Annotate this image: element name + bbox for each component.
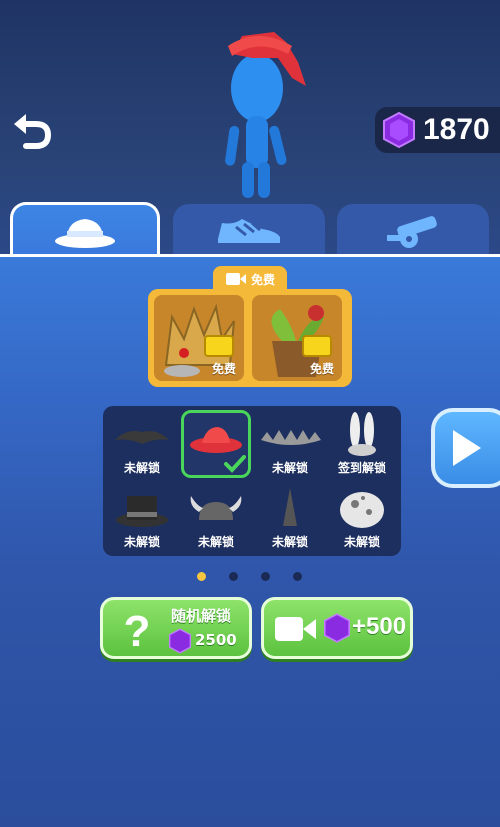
random-unlock-button[interactable]: ? 随机解锁 2500 — [100, 597, 252, 659]
grid-item-viking-helmet[interactable]: 未解锁 — [181, 484, 251, 552]
gem-count: 1870 — [423, 113, 490, 146]
page-dot-3[interactable] — [261, 572, 270, 581]
tab-weapons[interactable] — [337, 204, 489, 256]
video-badge-icon — [204, 335, 234, 357]
grid-item-label: 未解锁 — [123, 535, 160, 549]
egg-icon — [340, 492, 384, 528]
grid-item-red-hat[interactable] — [181, 410, 251, 478]
gem-icon — [383, 112, 415, 148]
grid-item-label: 未解锁 — [271, 535, 308, 549]
panel-divider — [0, 254, 500, 257]
free-tag-label: 免费 — [250, 272, 275, 287]
back-arrow-icon — [14, 114, 52, 149]
spiky-band-icon — [261, 430, 321, 445]
grid-item-bunny-ears[interactable]: 签到解锁 — [327, 410, 397, 478]
random-unlock-label: 随机解锁 — [171, 607, 232, 625]
dark-hat-icon — [115, 431, 169, 444]
grid-item-egg[interactable]: 未解锁 — [327, 484, 397, 552]
free-item-label: 免费 — [309, 362, 334, 376]
tab-hats[interactable] — [10, 202, 160, 258]
next-page-button[interactable] — [431, 408, 500, 488]
watch-ad-gems-button[interactable]: +500 — [261, 597, 413, 659]
play-arrow-icon — [453, 430, 481, 466]
player-character — [225, 32, 306, 198]
hat-icon — [55, 218, 115, 248]
free-item-crown[interactable]: 免费 — [154, 295, 244, 381]
spike-cone-icon — [283, 488, 297, 526]
grid-item-label: 未解锁 — [197, 535, 234, 549]
grid-item-spike-cone[interactable]: 未解锁 — [255, 484, 325, 552]
ad-reward-amount: +500 — [352, 613, 407, 640]
free-item-plant[interactable]: 免费 — [252, 295, 342, 381]
page-dot-2[interactable] — [229, 572, 238, 581]
page-dot-4[interactable] — [293, 572, 302, 581]
bunny-ears-icon — [348, 412, 376, 456]
grid-item-label: 未解锁 — [343, 535, 380, 549]
tab-shoes[interactable] — [173, 204, 325, 256]
shoe-icon — [218, 219, 280, 243]
back-button[interactable] — [10, 110, 54, 154]
grid-item-spiky-band[interactable]: 未解锁 — [255, 410, 325, 478]
item-grid: 未解锁 未解锁 签到解锁 未解锁 未解锁 未解锁 未解锁 — [103, 406, 401, 556]
checkmark-icon — [224, 455, 246, 473]
page-dot-1[interactable] — [197, 572, 206, 581]
gem-icon — [169, 628, 191, 654]
free-offer-box: 免费 免费 — [148, 289, 352, 387]
question-mark-icon: ? — [124, 607, 151, 656]
cannon-icon — [387, 216, 437, 248]
top-hat-icon — [116, 496, 168, 527]
random-unlock-price: 2500 — [195, 631, 237, 649]
grid-item-label: 未解锁 — [123, 461, 160, 475]
grid-item-dark-hat[interactable]: 未解锁 — [107, 410, 177, 478]
viking-helmet-icon — [190, 496, 242, 520]
video-badge-icon — [302, 335, 332, 357]
svg-text:?: ? — [124, 607, 151, 656]
video-icon — [275, 617, 316, 641]
gem-icon — [324, 613, 350, 643]
grid-item-top-hat[interactable]: 未解锁 — [107, 484, 177, 552]
grid-item-label: 未解锁 — [271, 461, 308, 475]
grid-item-label: 签到解锁 — [337, 461, 386, 475]
video-icon — [225, 273, 246, 285]
free-item-label: 免费 — [211, 362, 236, 376]
gem-counter: 1870 — [375, 107, 500, 153]
